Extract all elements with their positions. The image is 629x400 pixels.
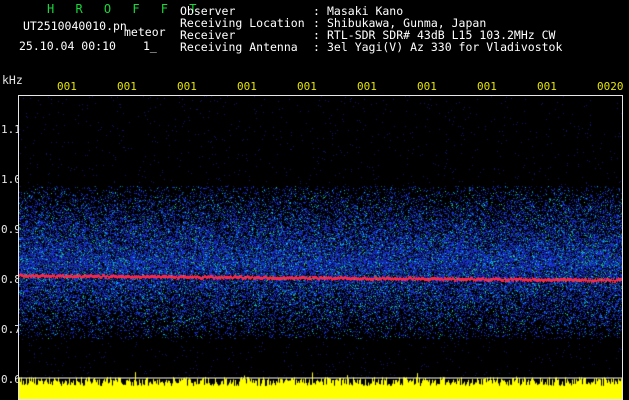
time-tick: 001: [537, 80, 557, 93]
antenna-value: 3el Yagi(V) Az 330 for Vladivostok: [327, 40, 563, 54]
spectrogram: [18, 95, 623, 382]
antenna-label: Receiving Antenna: [180, 40, 298, 54]
time-tick: 001: [237, 80, 257, 93]
antenna-colon: :: [313, 40, 320, 54]
time-tick: 001: [177, 80, 197, 93]
time-tick: 001: [357, 80, 377, 93]
frequency-unit: kHz: [2, 73, 23, 87]
file-name: UT2510040010.pn: [23, 19, 127, 33]
time-tick: 001: [117, 80, 137, 93]
time-tick: 001: [297, 80, 317, 93]
time-tick: 001: [57, 80, 77, 93]
time-tick: 001: [477, 80, 497, 93]
minute-marker: 1_: [143, 39, 157, 53]
time-tick: 001: [417, 80, 437, 93]
file-suffix: meteor: [124, 25, 166, 39]
time-tick: 0020: [597, 80, 624, 93]
capture-datetime: 25.10.04 00:10: [19, 39, 116, 53]
signal-power-strip: [18, 365, 623, 400]
